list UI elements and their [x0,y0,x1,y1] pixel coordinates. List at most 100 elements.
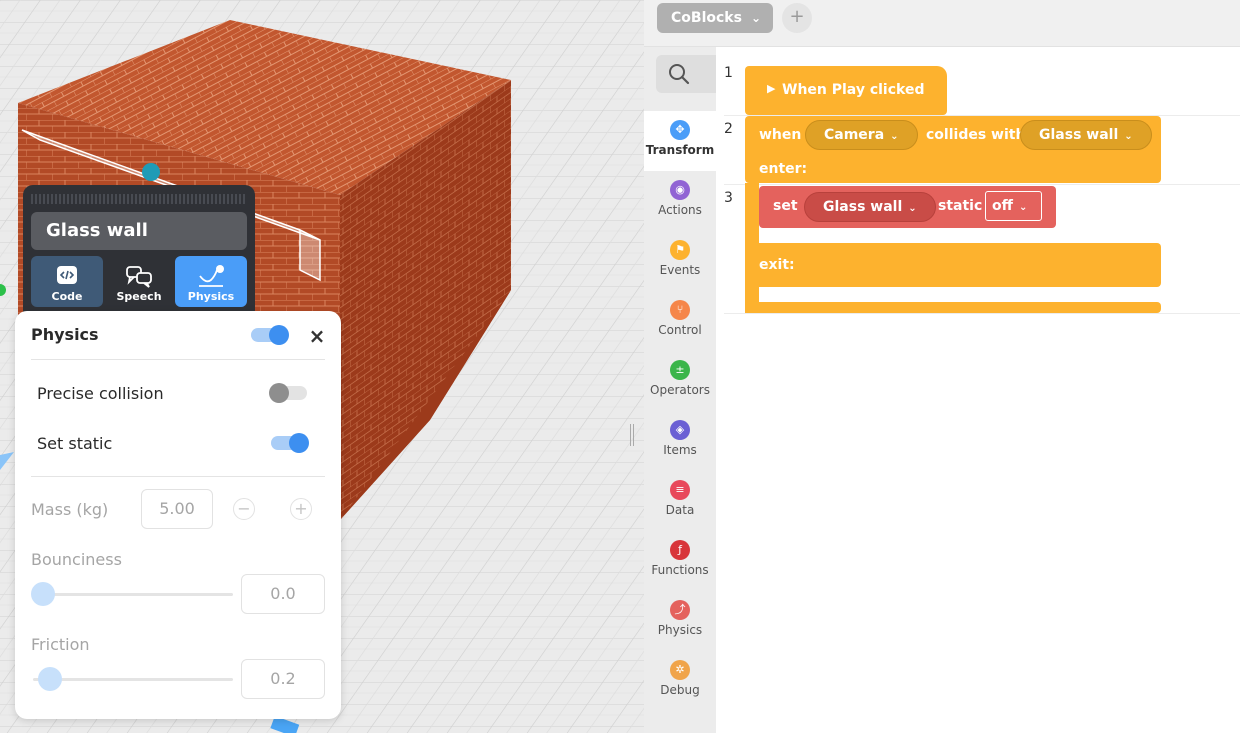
block-footer [745,302,1161,313]
tab-physics[interactable]: Physics [175,256,247,307]
category-label: Control [658,323,702,337]
divider [31,476,325,477]
dropdown-value: Glass wall [1039,127,1119,143]
dropdown-value: Camera [824,127,885,143]
mass-decrement-button[interactable]: − [233,498,255,520]
dropdown-value: Glass wall [823,199,903,215]
flag-icon: ⚑ [670,240,690,260]
line-separator [724,313,1240,314]
toggle-knob [269,325,289,345]
bounciness-input[interactable]: 0.0 [241,574,325,614]
bounciness-slider-knob[interactable] [31,582,55,606]
chevron-down-icon: ⌄ [908,203,917,214]
script-tab-dropdown[interactable]: CoBlocks ⌄ [657,3,773,33]
eye-icon: ◉ [670,180,690,200]
block-label: when [759,127,802,143]
set-static-block[interactable]: set Glass wall ⌄ static off ⌄ [759,186,1056,228]
category-label: Physics [657,623,703,637]
chevron-down-icon: ⌄ [750,11,761,25]
block-search-button[interactable] [656,55,716,93]
drag-grip[interactable] [31,194,247,204]
blocks-workspace[interactable]: 1 2 3 ▶ When Play clicked when Camera ⌄ c… [716,47,1240,733]
friction-slider-knob[interactable] [38,667,62,691]
block-label: static [938,198,983,214]
when-play-clicked-block[interactable]: ▶ When Play clicked [745,66,947,115]
category-label: Transform [645,143,715,157]
physics-panel-title: Physics [31,325,99,344]
dropdown-value: off [992,198,1013,214]
divider [31,359,325,360]
block-label: When Play clicked [782,82,925,98]
close-icon[interactable]: × [307,324,327,348]
category-physics[interactable]: ⤴ Physics [644,591,716,651]
category-items[interactable]: ◈ Items [644,411,716,471]
object-name[interactable]: Glass wall [31,212,247,250]
tab-label: Speech [116,290,162,303]
add-script-button[interactable]: + [782,3,812,33]
operators-icon: ± [670,360,690,380]
play-icon: ▶ [767,82,776,95]
collides-event-block[interactable]: when Camera ⌄ collides with Glass wall ⌄ e… [745,116,1161,183]
category-label: Items [663,443,697,457]
toggle-knob [269,383,289,403]
chevron-down-icon: ⌄ [1124,131,1133,142]
line-separator [724,184,1240,185]
set-static-label: Set static [37,434,113,453]
mass-increment-button[interactable]: + [290,498,312,520]
category-label: Operators [650,383,710,397]
scene-viewport[interactable]: Glass wall Code Speech Physics Physics ×… [0,0,644,733]
chevron-down-icon: ⌄ [890,131,899,142]
branch-icon: ⑂ [670,300,690,320]
tab-speech[interactable]: Speech [103,256,175,307]
panel-resize-handle[interactable] [630,424,634,446]
friction-input[interactable]: 0.2 [241,659,325,699]
set-static-toggle[interactable] [271,433,309,453]
block-categories: ✥ Transform ◉ Actions ⚑ Events ⑂ Control ± Operat… [644,47,716,733]
physics-panel: Physics × Precise collision Set static M… [15,311,341,719]
category-label: Actions [658,203,702,217]
tab-label: Code [51,290,83,303]
category-transform[interactable]: ✥ Transform [644,111,716,171]
editor-topbar: CoBlocks ⌄ + [644,0,1240,47]
category-debug[interactable]: ✲ Debug [644,651,716,711]
bounciness-label: Bounciness [31,550,122,569]
physics-icon [199,265,224,287]
cube-icon: ◈ [670,420,690,440]
camera-dropdown[interactable]: Camera ⌄ [805,120,918,150]
category-data[interactable]: ≡ Data [644,471,716,531]
friction-slider-track[interactable] [33,678,233,681]
mass-input[interactable]: 5.00 [141,489,213,529]
exit-label: exit: [759,257,795,273]
category-label: Data [665,503,695,517]
category-actions[interactable]: ◉ Actions [644,171,716,231]
bounciness-slider-track[interactable] [33,593,233,596]
category-events[interactable]: ⚑ Events [644,231,716,291]
tab-code[interactable]: Code [31,256,103,307]
speech-icon [126,266,152,288]
gizmo-handle [142,163,160,181]
tab-label: Physics [187,290,235,303]
physics-icon: ⤴ [670,600,690,620]
code-icon [57,266,77,284]
precise-collision-toggle[interactable] [269,383,307,403]
category-label: Debug [660,683,700,697]
category-label: Events [659,263,701,277]
category-functions[interactable]: ƒ Functions [644,531,716,591]
bug-icon: ✲ [670,660,690,680]
friction-label: Friction [31,635,90,654]
category-control[interactable]: ⑂ Control [644,291,716,351]
mass-label: Mass (kg) [31,500,109,519]
category-operators[interactable]: ± Operators [644,351,716,411]
chevron-down-icon: ⌄ [1018,202,1028,213]
block-label: set [773,198,798,214]
block-label: collides with [926,127,1026,143]
set-target-dropdown[interactable]: Glass wall ⌄ [804,192,936,222]
static-value-dropdown[interactable]: off ⌄ [985,191,1042,221]
function-icon: ƒ [670,540,690,560]
database-icon: ≡ [670,480,690,500]
target-dropdown[interactable]: Glass wall ⌄ [1020,120,1152,150]
physics-enabled-toggle[interactable] [251,325,289,345]
object-panel: Glass wall Code Speech Physics [23,185,255,320]
exit-section[interactable]: exit: [745,243,1161,287]
precise-collision-label: Precise collision [37,384,164,403]
